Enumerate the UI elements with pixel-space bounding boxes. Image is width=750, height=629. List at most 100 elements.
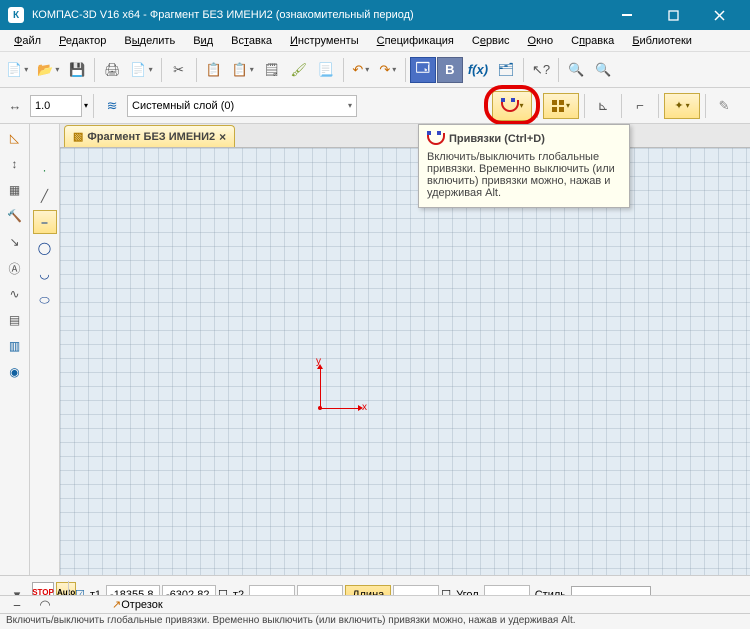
- secondary-toolbar: ↔ ▾ ≋ Системный слой (0) ⊾ ⌐ ✦ ✎: [0, 88, 750, 124]
- y-axis-label: y: [316, 356, 321, 367]
- open-button[interactable]: 📂: [33, 57, 63, 83]
- save-button[interactable]: 💾: [64, 57, 90, 83]
- separator: [196, 58, 197, 82]
- menu-view[interactable]: Вид: [185, 33, 221, 49]
- snaps-button[interactable]: [492, 91, 532, 121]
- dim-icon[interactable]: ↔: [2, 93, 28, 119]
- main-area: ◺ ↕ ▦ 🔨 ↘ Ⓐ ∿ ▤ ▥ ◉ · ╱ ⎯ ◯ ◡ ⬭ ▧ Фрагме…: [0, 124, 750, 575]
- menu-insert[interactable]: Вставка: [223, 33, 280, 49]
- compass-icon[interactable]: Ⓐ: [3, 256, 27, 280]
- layers-icon[interactable]: ≋: [99, 93, 125, 119]
- menu-select[interactable]: Выделить: [116, 33, 183, 49]
- close-button[interactable]: [696, 0, 742, 30]
- doc-tab-icon: ▧: [73, 130, 83, 143]
- geom-triangle-icon[interactable]: ◺: [3, 126, 27, 150]
- doc-tab-label: Фрагмент БЕЗ ИМЕНИ2: [87, 131, 215, 143]
- doc-tab-fragment[interactable]: ▧ Фрагмент БЕЗ ИМЕНИ2 ×: [64, 125, 235, 147]
- document-area: ▧ Фрагмент БЕЗ ИМЕНИ2 × x y: [60, 124, 750, 575]
- variables-button[interactable]: В: [437, 57, 463, 83]
- mode-segment-icon[interactable]: ⎯: [4, 597, 30, 613]
- separator: [343, 58, 344, 82]
- app-icon: К: [8, 7, 24, 23]
- paste-button[interactable]: 📋: [228, 57, 258, 83]
- menu-libs[interactable]: Библиотеки: [624, 33, 700, 49]
- menu-service[interactable]: Сервис: [464, 33, 518, 49]
- doc-tab-close[interactable]: ×: [219, 130, 226, 144]
- main-toolbar: 📄 📂 💾 🖨 📄 ✂ 📋 📋 🗒 🖌 📃 ↶ ↷ 🗔 В f(x) 🗂 ↖? …: [0, 52, 750, 88]
- properties-button[interactable]: 📃: [313, 57, 339, 83]
- print-preview-button[interactable]: 📄: [126, 57, 156, 83]
- print-button[interactable]: 🖨: [99, 57, 125, 83]
- hatch-icon[interactable]: ▦: [3, 178, 27, 202]
- menu-window[interactable]: Окно: [520, 33, 562, 49]
- menu-spec[interactable]: Спецификация: [369, 33, 462, 49]
- separator: [405, 58, 406, 82]
- layer-name-label: Системный слой (0): [132, 100, 234, 112]
- statusbar: Включить/выключить глобальные привязки. …: [0, 613, 750, 629]
- circle-icon[interactable]: ◯: [33, 236, 57, 260]
- fx-button[interactable]: f(x): [464, 57, 492, 83]
- mode-row: ↗ Отрезок: [108, 595, 750, 613]
- grid-background: [60, 148, 750, 575]
- x-axis-label: x: [362, 402, 367, 413]
- dimension-icon[interactable]: ↕: [3, 152, 27, 176]
- left-toolbox-2: · ╱ ⎯ ◯ ◡ ⬭: [30, 124, 60, 575]
- zoom-out-button[interactable]: 🔍: [590, 57, 616, 83]
- menu-help[interactable]: Справка: [563, 33, 622, 49]
- tooltip-body: Включить/выключить глобальные привязки. …: [427, 151, 621, 199]
- doc-tabs: ▧ Фрагмент БЕЗ ИМЕНИ2 ×: [60, 124, 750, 148]
- line-segment-icon[interactable]: ⎯: [33, 210, 57, 234]
- layers-manager-button[interactable]: 🗂: [493, 57, 519, 83]
- left-toolbox-1: ◺ ↕ ▦ 🔨 ↘ Ⓐ ∿ ▤ ▥ ◉: [0, 124, 30, 575]
- callout-icon[interactable]: ↘: [3, 230, 27, 254]
- tooltip-snaps: Привязки (Ctrl+D) Включить/выключить гло…: [418, 124, 630, 208]
- new-button[interactable]: 📄: [2, 57, 32, 83]
- grid-toggle-button[interactable]: [543, 93, 579, 119]
- scale-input[interactable]: [30, 95, 82, 117]
- undo-button[interactable]: ↶: [348, 57, 374, 83]
- help-pointer-button[interactable]: ↖?: [528, 57, 554, 83]
- point-icon[interactable]: ·: [33, 158, 57, 182]
- minimize-button[interactable]: [604, 0, 650, 30]
- zoom-in-button[interactable]: 🔍: [563, 57, 589, 83]
- brush-button[interactable]: 🖌: [286, 57, 312, 83]
- report-icon[interactable]: ▥: [3, 334, 27, 358]
- copy-button[interactable]: 📋: [201, 57, 227, 83]
- window-title: КОМПАС-3D V16 x64 - Фрагмент БЕЗ ИМЕНИ2 …: [32, 9, 604, 21]
- menu-file[interactable]: Файл: [6, 33, 49, 49]
- separator: [537, 94, 538, 118]
- spline-icon[interactable]: ∿: [3, 282, 27, 306]
- separator: [558, 58, 559, 82]
- separator: [94, 58, 95, 82]
- spiral-icon[interactable]: ◉: [3, 360, 27, 384]
- titlebar: К КОМПАС-3D V16 x64 - Фрагмент БЕЗ ИМЕНИ…: [0, 0, 750, 30]
- aux-line-icon[interactable]: ╱: [33, 184, 57, 208]
- mode-arc-icon[interactable]: ◠: [32, 597, 58, 613]
- separator: [658, 94, 659, 118]
- grid-icon: [552, 100, 564, 112]
- separator: [621, 94, 622, 118]
- ortho-button[interactable]: ⊾: [590, 93, 616, 119]
- table-icon[interactable]: ▤: [3, 308, 27, 332]
- separator: [705, 94, 706, 118]
- menubar: Файл Редактор Выделить Вид Вставка Инстр…: [0, 30, 750, 52]
- maximize-button[interactable]: [650, 0, 696, 30]
- arc-icon[interactable]: ◡: [33, 262, 57, 286]
- menu-tools[interactable]: Инструменты: [282, 33, 367, 49]
- separator: [93, 94, 94, 118]
- clipboard-button[interactable]: 🗒: [259, 57, 285, 83]
- menu-edit[interactable]: Редактор: [51, 33, 114, 49]
- layer-select[interactable]: Системный слой (0): [127, 95, 357, 117]
- canvas[interactable]: x y: [60, 148, 750, 575]
- cursor-snap-button[interactable]: ✦: [664, 93, 700, 119]
- ellipse-icon[interactable]: ⬭: [33, 288, 57, 312]
- separator: [523, 58, 524, 82]
- tooltip-title: Привязки (Ctrl+D): [449, 133, 545, 145]
- redo-button[interactable]: ↷: [375, 57, 401, 83]
- manager-button[interactable]: 🗔: [410, 57, 436, 83]
- separator: [584, 94, 585, 118]
- brush2-button[interactable]: ✎: [711, 93, 737, 119]
- step-button[interactable]: ⌐: [627, 93, 653, 119]
- edit-hammer-icon[interactable]: 🔨: [3, 204, 27, 228]
- cut-button[interactable]: ✂: [166, 57, 192, 83]
